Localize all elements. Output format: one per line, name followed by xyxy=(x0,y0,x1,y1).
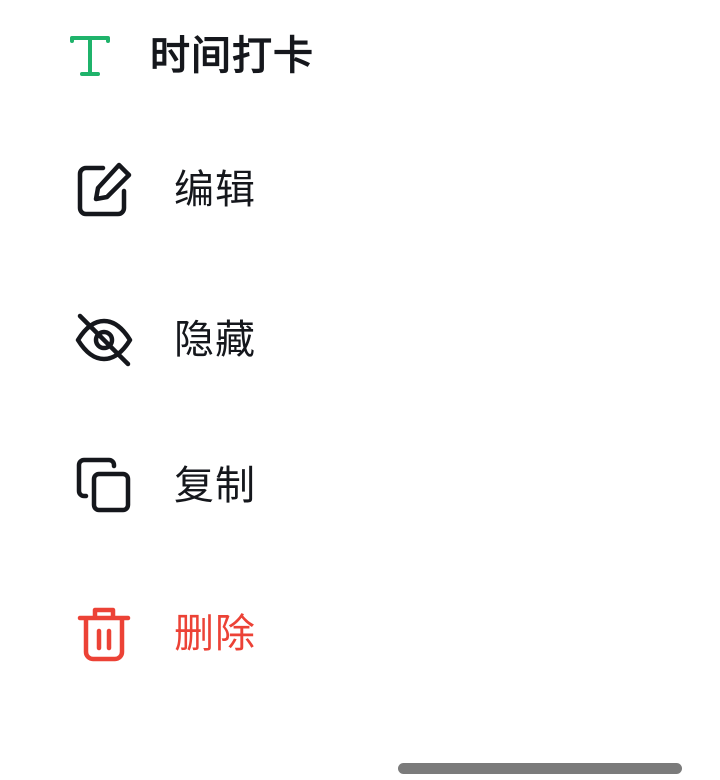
copy-label: 复制 xyxy=(174,463,256,509)
sheet-header: 时间打卡 xyxy=(68,30,314,82)
home-indicator[interactable] xyxy=(398,763,682,774)
trash-icon xyxy=(74,604,134,664)
hide-button[interactable]: 隐藏 xyxy=(74,310,256,370)
edit-label: 编辑 xyxy=(174,167,256,213)
edit-icon xyxy=(74,160,134,220)
delete-button[interactable]: 删除 xyxy=(74,604,256,664)
edit-button[interactable]: 编辑 xyxy=(74,160,256,220)
hide-label: 隐藏 xyxy=(174,317,256,363)
copy-icon xyxy=(74,456,134,516)
copy-button[interactable]: 复制 xyxy=(74,456,256,516)
page-title: 时间打卡 xyxy=(150,33,314,79)
eye-off-icon xyxy=(74,310,134,370)
delete-label: 删除 xyxy=(174,611,256,657)
text-t-icon xyxy=(68,34,112,78)
